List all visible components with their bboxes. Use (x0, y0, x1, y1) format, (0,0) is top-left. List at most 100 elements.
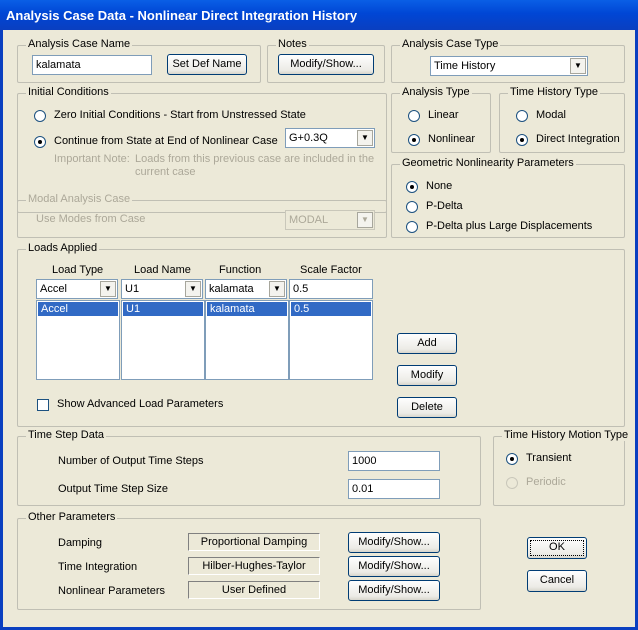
use-modes-label: Use Modes from Case (36, 213, 146, 225)
table-row[interactable]: kalamata (207, 302, 287, 316)
table-row[interactable]: 0.5 (291, 302, 371, 316)
chevron-down-icon[interactable]: ▼ (269, 281, 285, 297)
delete-button[interactable]: Delete (397, 397, 457, 418)
time-step-size-label: Output Time Step Size (58, 483, 169, 495)
geometric-none-label: None (426, 180, 453, 192)
continue-from-state-label: Continue from State at End of Nonlinear … (54, 135, 278, 147)
notes-modify-show-button[interactable]: Modify/Show... (278, 54, 374, 75)
damping-modify-show-button[interactable]: Modify/Show... (348, 532, 440, 553)
chevron-down-icon[interactable]: ▼ (185, 281, 201, 297)
modal-radio[interactable] (516, 110, 528, 122)
time-history-type-group: Time History Type Modal Direct Integrati… (499, 86, 625, 153)
load-name-header: Load Name (134, 264, 191, 276)
load-name-value: U1 (125, 283, 140, 295)
pdelta-large-label: P-Delta plus Large Displacements (426, 220, 593, 232)
time-history-type-legend: Time History Type (508, 86, 601, 98)
analysis-type-group: Analysis Type Linear Nonlinear (391, 86, 491, 153)
load-name-column[interactable]: U1 (121, 300, 205, 380)
nonlinear-parameters-value: User Defined (188, 581, 320, 599)
motion-type-group: Time History Motion Type Transient Perio… (493, 429, 631, 506)
show-advanced-checkbox[interactable] (37, 399, 49, 411)
linear-label: Linear (428, 109, 459, 121)
nonlinear-radio[interactable] (408, 134, 420, 146)
analysis-case-name-legend: Analysis Case Name (26, 38, 133, 50)
chevron-down-icon[interactable]: ▼ (100, 281, 116, 297)
direct-integration-label: Direct Integration (536, 133, 620, 145)
time-integration-label: Time Integration (58, 561, 138, 573)
other-parameters-legend: Other Parameters (26, 511, 118, 523)
analysis-type-legend: Analysis Type (400, 86, 472, 98)
analysis-case-name-input[interactable]: kalamata (32, 55, 152, 75)
loads-list[interactable]: Accel U1 kalamata 0.5 (36, 300, 374, 380)
zero-initial-conditions-radio[interactable] (34, 110, 46, 122)
geometric-nonlinearity-legend: Geometric Nonlinearity Parameters (400, 157, 576, 169)
important-note-text-2: current case (135, 166, 196, 178)
pdelta-label: P-Delta (426, 200, 463, 212)
title-bar: Analysis Case Data - Nonlinear Direct In… (0, 0, 638, 30)
scale-factor-header: Scale Factor (300, 264, 362, 276)
damping-value: Proportional Damping (188, 533, 320, 551)
nonlinear-case-value: G+0.3Q (289, 132, 328, 144)
analysis-case-name-group: Analysis Case Name kalamata Set Def Name (17, 38, 261, 83)
modify-button[interactable]: Modify (397, 365, 457, 386)
nonlinear-case-select[interactable]: G+0.3Q ▼ (285, 128, 375, 148)
loads-applied-group: Loads Applied Load Type Load Name Functi… (17, 242, 625, 427)
direct-integration-radio[interactable] (516, 134, 528, 146)
loads-applied-legend: Loads Applied (26, 242, 100, 254)
pdelta-large-radio[interactable] (406, 221, 418, 233)
important-note-label: Important Note: (54, 153, 130, 165)
periodic-radio (506, 477, 518, 489)
load-name-select[interactable]: U1 ▼ (121, 279, 203, 299)
table-row[interactable]: U1 (123, 302, 203, 316)
continue-from-state-radio[interactable] (34, 136, 46, 148)
geometric-none-radio[interactable] (406, 181, 418, 193)
show-advanced-label: Show Advanced Load Parameters (57, 398, 224, 410)
geometric-nonlinearity-group: Geometric Nonlinearity Parameters None P… (391, 157, 625, 238)
notes-group: Notes Modify/Show... (267, 38, 385, 83)
load-type-select[interactable]: Accel ▼ (36, 279, 118, 299)
add-button[interactable]: Add (397, 333, 457, 354)
analysis-case-type-group: Analysis Case Type Time History ▼ (391, 38, 625, 83)
periodic-label: Periodic (526, 476, 566, 488)
initial-conditions-legend: Initial Conditions (26, 86, 111, 98)
transient-label: Transient (526, 452, 572, 464)
chevron-down-icon[interactable]: ▼ (570, 58, 586, 74)
chevron-down-icon[interactable]: ▼ (357, 130, 373, 146)
pdelta-radio[interactable] (406, 201, 418, 213)
modal-label: Modal (536, 109, 566, 121)
zero-initial-conditions-label: Zero Initial Conditions - Start from Uns… (54, 109, 306, 121)
cancel-button[interactable]: Cancel (527, 570, 587, 592)
motion-type-legend: Time History Motion Type (502, 429, 631, 441)
modal-analysis-case-legend: Modal Analysis Case (26, 193, 133, 205)
damping-label: Damping (58, 537, 103, 549)
load-type-column[interactable]: Accel (36, 300, 120, 380)
ok-button[interactable]: OK (527, 537, 587, 559)
modal-analysis-case-group: Modal Analysis Case Use Modes from Case … (17, 193, 387, 238)
window-title: Analysis Case Data - Nonlinear Direct In… (6, 8, 358, 23)
time-step-data-group: Time Step Data Number of Output Time Ste… (17, 429, 481, 506)
nonlinear-modify-show-button[interactable]: Modify/Show... (348, 580, 440, 601)
linear-radio[interactable] (408, 110, 420, 122)
scale-factor-column[interactable]: 0.5 (289, 300, 373, 380)
notes-legend: Notes (276, 38, 309, 50)
chevron-down-icon: ▼ (357, 212, 373, 228)
nonlinear-label: Nonlinear (428, 133, 476, 145)
num-time-steps-input[interactable]: 1000 (348, 451, 440, 471)
set-def-name-button[interactable]: Set Def Name (167, 54, 247, 75)
time-step-size-input[interactable]: 0.01 (348, 479, 440, 499)
table-row[interactable]: Accel (38, 302, 118, 316)
integration-modify-show-button[interactable]: Modify/Show... (348, 556, 440, 577)
transient-radio[interactable] (506, 453, 518, 465)
function-select[interactable]: kalamata ▼ (205, 279, 287, 299)
scale-factor-input[interactable]: 0.5 (289, 279, 373, 299)
analysis-case-type-value: Time History (434, 60, 496, 72)
time-integration-value: Hilber-Hughes-Taylor (188, 557, 320, 575)
dialog-body: Analysis Case Name kalamata Set Def Name… (0, 30, 638, 630)
modal-case-value: MODAL (289, 214, 329, 226)
load-type-value: Accel (40, 283, 67, 295)
analysis-case-type-select[interactable]: Time History ▼ (430, 56, 588, 76)
function-column[interactable]: kalamata (205, 300, 289, 380)
num-time-steps-label: Number of Output Time Steps (58, 455, 204, 467)
analysis-case-type-legend: Analysis Case Type (400, 38, 501, 50)
modal-case-select: MODAL ▼ (285, 210, 375, 230)
